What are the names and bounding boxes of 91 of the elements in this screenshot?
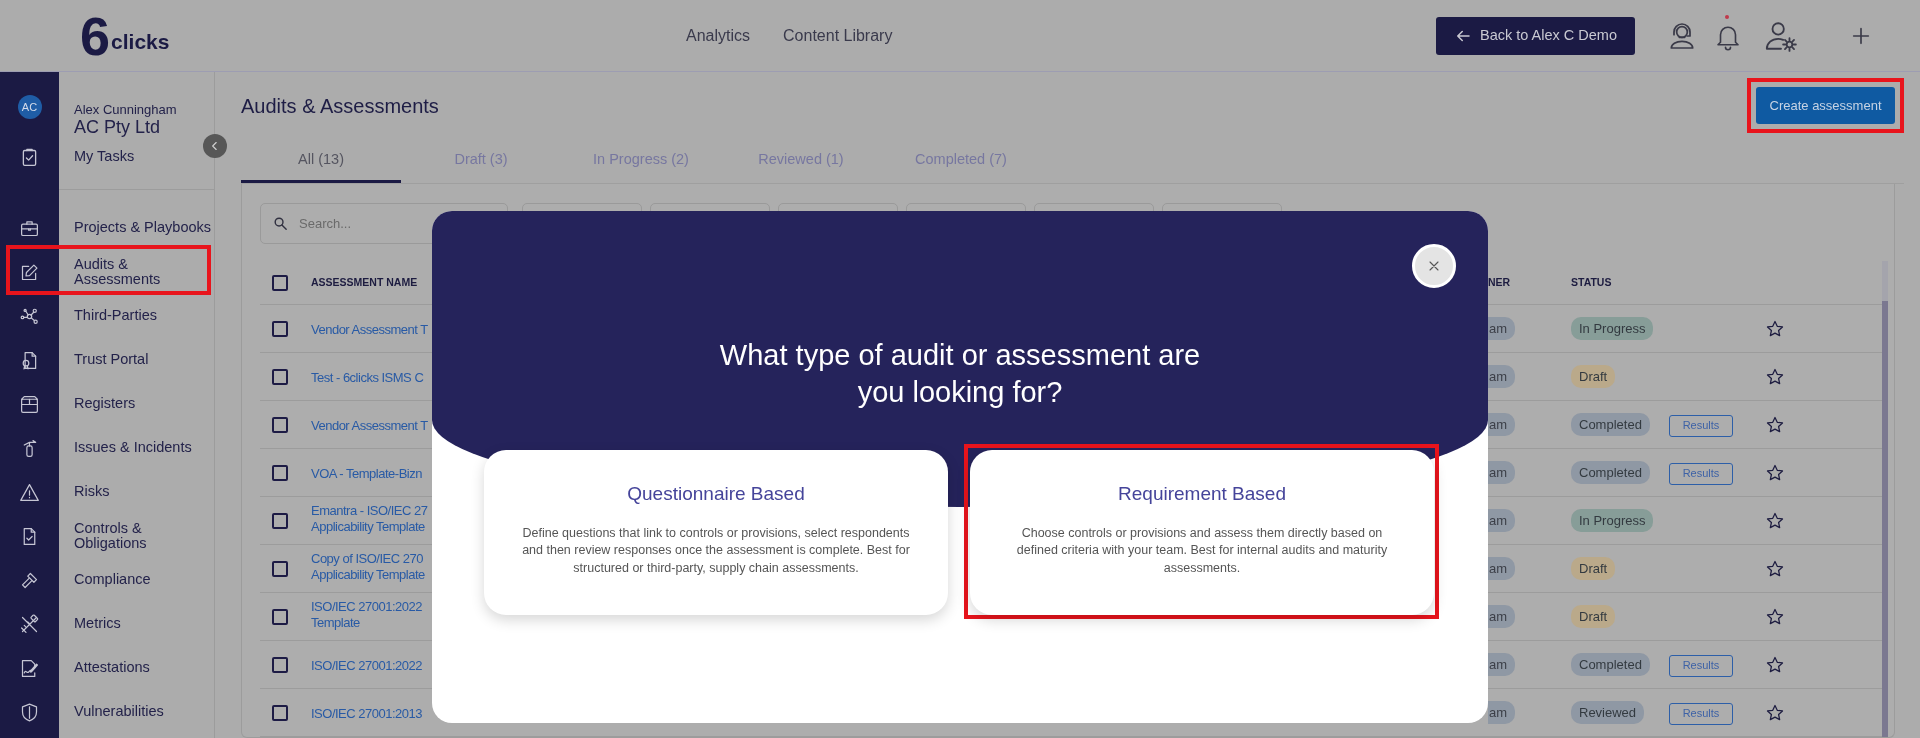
option-card[interactable] <box>484 450 948 615</box>
sidebar-item[interactable]: Metrics <box>74 616 121 632</box>
assessment-link[interactable]: ISO/IEC 27001:2022 <box>311 657 422 675</box>
sidebar-item[interactable]: Vulnerabilities <box>74 704 164 720</box>
option-title: Requirement Based <box>1117 482 1287 506</box>
assessment-link[interactable]: ISO/IEC 27001:2022 Template <box>311 598 422 633</box>
box-icon[interactable] <box>19 393 40 415</box>
search-field[interactable]: Search... <box>260 203 508 244</box>
owner-tag: am <box>1488 412 1516 437</box>
star-icon[interactable] <box>1765 558 1785 579</box>
status-tag: Completed <box>1571 412 1650 437</box>
nav-link[interactable]: Analytics <box>686 23 751 48</box>
checkbox[interactable] <box>272 416 288 433</box>
column-header: NER <box>1488 274 1512 290</box>
option-description: Choose controls or provisions and assess them directly based on defined criteria with your team. Best for internal audits and maturity assessments. <box>1015 524 1389 577</box>
sidebar-item[interactable]: Issues & Incidents <box>74 440 192 456</box>
assessment-link[interactable]: VOA - Template-Bizn <box>311 465 422 483</box>
status-tag: Draft <box>1571 364 1616 389</box>
star-icon[interactable] <box>1765 414 1785 435</box>
results-button[interactable]: Results <box>1669 462 1733 485</box>
company-name: AC Pty Ltd <box>74 117 161 138</box>
checkbox[interactable] <box>272 464 288 481</box>
tools-icon[interactable] <box>19 613 40 635</box>
assessment-link[interactable]: ISO/IEC 27001:2013 <box>311 705 422 723</box>
collapse-button[interactable] <box>203 134 227 158</box>
assessment-link[interactable]: Emantra - ISO/IEC 27 Applicability Template <box>311 502 428 537</box>
sidebar-item[interactable]: Registers <box>74 396 136 412</box>
owner-tag: am <box>1488 508 1516 533</box>
logo-text: clicks <box>111 29 170 55</box>
status-tag: In Progress <box>1571 316 1654 341</box>
checkbox[interactable] <box>272 274 288 291</box>
scrollbar[interactable] <box>1882 261 1888 737</box>
star-icon[interactable] <box>1765 606 1785 627</box>
owner-tag: am <box>1488 556 1516 581</box>
option-title: Questionnaire Based <box>626 482 806 506</box>
status-tag: Completed <box>1571 652 1650 677</box>
warning-icon[interactable] <box>19 481 40 503</box>
checkbox[interactable] <box>272 560 288 577</box>
owner-tag: am <box>1488 316 1516 341</box>
status-tag: Reviewed <box>1571 700 1645 725</box>
star-icon[interactable] <box>1765 366 1785 387</box>
owner-tag: am <box>1488 604 1516 629</box>
sidebar-item[interactable]: My Tasks <box>74 149 135 165</box>
column-header: STATUS <box>1571 274 1613 290</box>
sidebar-item[interactable]: Controls & Obligations <box>74 520 147 552</box>
star-icon[interactable] <box>1765 318 1785 339</box>
owner-tag: am <box>1488 364 1516 389</box>
assessment-link[interactable]: Test - 6clicks ISMS C <box>311 369 424 387</box>
user-name: Alex Cunningham <box>74 103 177 118</box>
status-tag: Draft <box>1571 556 1616 581</box>
sidebar-item[interactable]: Audits & Assessments <box>74 256 161 288</box>
back-button[interactable]: Back to Alex C Demo <box>1436 16 1635 55</box>
star-icon[interactable] <box>1765 462 1785 483</box>
status-tag: Completed <box>1571 460 1650 485</box>
results-button[interactable]: Results <box>1669 702 1733 725</box>
page-title: Audits & Assessments <box>241 93 439 118</box>
create-assessment-button[interactable]: Create assessment <box>1756 87 1895 124</box>
assessment-link[interactable]: Vendor Assessment T <box>311 321 428 339</box>
status-tag: In Progress <box>1571 508 1654 533</box>
option-description: Define questions that link to controls or provisions, select respondents and then review responses once the assessment is complete. Best for structured or third-party, supply chain assessments. <box>521 524 911 577</box>
checkbox[interactable] <box>272 512 288 529</box>
owner-tag: am <box>1488 700 1516 725</box>
checkbox[interactable] <box>272 368 288 385</box>
sidebar-item[interactable]: Projects & Playbooks <box>74 220 211 236</box>
column-header: ASSESSMENT NAME <box>311 274 419 290</box>
sidebar-item[interactable]: Attestations <box>74 660 150 676</box>
results-button[interactable]: Results <box>1669 654 1733 677</box>
checkbox[interactable] <box>272 320 288 337</box>
assessment-link[interactable]: Copy of ISO/IEC 270 Applicability Template <box>311 550 425 585</box>
checkbox[interactable] <box>272 608 288 625</box>
star-icon[interactable] <box>1765 510 1785 531</box>
dialog-title: What type of audit or assessment are you looking for? <box>719 338 1201 410</box>
assessment-link[interactable]: Vendor Assessment T <box>311 417 428 435</box>
results-button[interactable]: Results <box>1669 414 1733 437</box>
sidebar-item[interactable]: Third-Parties <box>74 308 157 324</box>
checkbox[interactable] <box>272 656 288 673</box>
sidebar-item[interactable]: Compliance <box>74 572 151 588</box>
shield-icon[interactable] <box>19 701 40 723</box>
sidebar-item[interactable]: Risks <box>74 484 110 500</box>
star-icon[interactable] <box>1765 654 1785 675</box>
signature-icon[interactable] <box>19 657 40 679</box>
option-card[interactable]: Requirement Based Choose controls or provisions and assess them directly based on defined criteria with your team. Best for internal audits and maturity assessments. <box>970 450 1434 615</box>
status-tag: Draft <box>1571 604 1616 629</box>
owner-tag: am <box>1488 460 1516 485</box>
star-icon[interactable] <box>1765 702 1785 723</box>
nav-link[interactable]: Content Library <box>783 23 893 48</box>
search-icon <box>272 215 289 232</box>
owner-tag: am <box>1488 652 1516 677</box>
sidebar-item[interactable]: Trust Portal <box>74 352 149 368</box>
logo-mark: 6 <box>80 8 109 63</box>
checkbox[interactable] <box>272 704 288 721</box>
